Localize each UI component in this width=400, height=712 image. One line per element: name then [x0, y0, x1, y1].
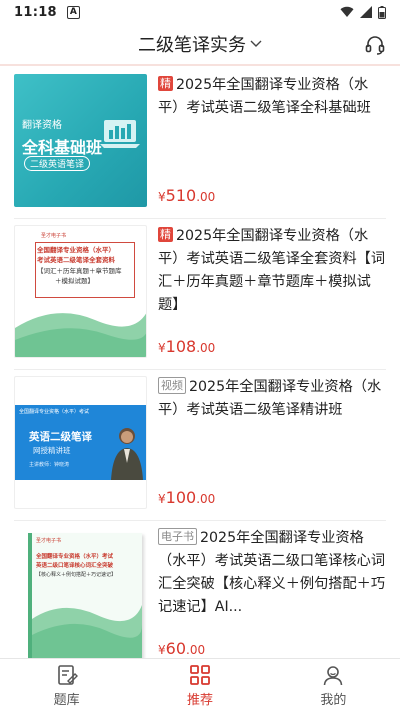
cover-wave-decoration	[32, 605, 142, 658]
course-thumbnail: 翻译资格 全科基础班 二级英语笔译	[14, 74, 147, 207]
status-right	[340, 5, 386, 19]
list-item[interactable]: 圣才电子书 全国翻译专业资格（水平）考试 英语二级口笔译核心词汇全突破 【核心释…	[14, 521, 386, 658]
status-bar: 11:18 A	[0, 0, 400, 24]
video-badge: 视频	[158, 377, 186, 394]
headset-icon	[365, 36, 385, 55]
notification-a-icon: A	[66, 5, 80, 19]
wifi-icon	[340, 6, 354, 18]
item-title: 精 2025年全国翻译专业资格（水平）考试英语二级笔译全套资料【词汇＋历年真题＋章…	[158, 225, 386, 317]
nav-label: 我的	[320, 693, 347, 708]
signal-icon	[360, 6, 372, 18]
cover-line1: 全国翻译专业资格（水平）	[37, 246, 115, 254]
video-thumbnail: 全国翻译专业资格（水平）考试 英语二级笔译 网授精讲班 主讲教师：钟晓涛	[14, 376, 147, 509]
price-integer: 100	[165, 488, 197, 507]
nav-tab-recommend[interactable]: 推荐	[133, 659, 266, 712]
customer-service-button[interactable]	[362, 32, 388, 58]
cover-line2: 考试英语二级笔译全套资料	[37, 256, 115, 264]
cover-brand: 圣才电子书	[36, 538, 62, 544]
ebook-cover: 圣才电子书 全国翻译专业资格（水平） 考试英语二级笔译全套资料 【词汇＋历年真题…	[14, 225, 147, 358]
cover-line2: 英语二级口笔译核心词汇全突破	[36, 563, 114, 569]
status-time: 11:18	[14, 4, 57, 20]
top-header: 二级笔译实务	[0, 24, 400, 66]
thumb-line1: 翻译资格	[22, 120, 62, 131]
ebook-cover: 圣才电子书 全国翻译专业资格（水平）考试 英语二级口笔译核心词汇全突破 【核心释…	[14, 527, 147, 658]
subject-selector[interactable]: 二级笔译实务	[138, 31, 262, 57]
nav-tab-profile[interactable]: 我的	[267, 659, 400, 712]
featured-badge: 精	[158, 227, 173, 242]
product-list: 翻译资格 全科基础班 二级英语笔译 精 2025年全国翻译专业资格（水平）考试英语…	[0, 68, 400, 658]
page-title: 二级笔译实务	[138, 35, 246, 56]
item-title: 精 2025年全国翻译专业资格（水平）考试英语二级笔译全科基础班	[158, 74, 386, 120]
list-item[interactable]: 全国翻译专业资格（水平）考试 英语二级笔译 网授精讲班 主讲教师：钟晓涛 视频 2…	[14, 370, 386, 521]
laptop-chart-illustration	[100, 120, 140, 148]
price-decimal: .00	[196, 190, 216, 204]
cover-line1: 全国翻译专业资格（水平）考试	[36, 554, 114, 560]
cover-line3: 【核心释义＋例句搭配＋巧记速记】	[36, 572, 117, 578]
price-decimal: .00	[196, 492, 216, 506]
item-title-text: 2025年全国翻译专业资格（水平）考试英语二级笔译精讲班	[158, 379, 382, 418]
item-price: ¥100.00	[158, 488, 215, 507]
profile-icon	[321, 663, 345, 687]
list-item[interactable]: 翻译资格 全科基础班 二级英语笔译 精 2025年全国翻译专业资格（水平）考试英语…	[14, 68, 386, 219]
item-info: 电子书 2025年全国翻译专业资格（水平）考试英语二级口笔译核心词汇全突破【核心释…	[158, 527, 386, 619]
price-integer: 510	[165, 186, 197, 205]
bottom-nav: 题库 推荐 我的	[0, 658, 400, 712]
price-currency: ¥	[158, 341, 166, 355]
item-title-text: 2025年全国翻译专业资格（水平）考试英语二级笔译全套资料【词汇＋历年真题＋章节…	[158, 228, 386, 313]
cover-wave-decoration	[15, 313, 146, 357]
grid-icon	[188, 663, 212, 687]
price-decimal: .00	[196, 341, 216, 355]
video-line2: 网授精讲班	[33, 446, 71, 455]
nav-tab-question-bank[interactable]: 题库	[0, 659, 133, 712]
price-currency: ¥	[158, 643, 166, 657]
price-decimal: .00	[186, 643, 206, 657]
item-title: 电子书 2025年全国翻译专业资格（水平）考试英语二级口笔译核心词汇全突破【核心释…	[158, 527, 386, 619]
item-title-text: 2025年全国翻译专业资格（水平）考试英语二级笔译全科基础班	[158, 77, 371, 116]
teacher-photo	[111, 428, 143, 480]
item-info: 精 2025年全国翻译专业资格（水平）考试英语二级笔译全套资料【词汇＋历年真题＋章…	[158, 225, 386, 317]
ebook-badge: 电子书	[158, 528, 197, 545]
item-info: 精 2025年全国翻译专业资格（水平）考试英语二级笔译全科基础班	[158, 74, 386, 120]
question-bank-icon	[55, 663, 79, 687]
item-price: ¥108.00	[158, 337, 215, 356]
video-top-text: 全国翻译专业资格（水平）考试	[19, 409, 90, 415]
list-item[interactable]: 圣才电子书 全国翻译专业资格（水平） 考试英语二级笔译全套资料 【词汇＋历年真题…	[14, 219, 386, 370]
price-currency: ¥	[158, 190, 166, 204]
chevron-down-icon	[250, 40, 262, 47]
video-line1: 英语二级笔译	[29, 431, 92, 443]
featured-badge: 精	[158, 76, 173, 91]
thumb-line2: 全科基础班	[22, 138, 103, 157]
cover-line3: 【词汇＋历年真题＋章节题库	[37, 267, 122, 275]
price-integer: 108	[165, 337, 197, 356]
battery-icon	[378, 5, 386, 19]
price-currency: ¥	[158, 492, 166, 506]
video-line3: 主讲教师：钟晓涛	[29, 462, 70, 468]
thumb-line3: 二级英语笔译	[24, 156, 91, 171]
item-price: ¥60.00	[158, 639, 205, 658]
item-info: 视频 2025年全国翻译专业资格（水平）考试英语二级笔译精讲班	[158, 376, 386, 422]
cover-brand: 圣才电子书	[41, 233, 67, 239]
nav-label: 题库	[53, 693, 80, 708]
price-integer: 60	[165, 639, 186, 658]
cover-line4: ＋模拟试题】	[55, 277, 94, 285]
nav-label: 推荐	[186, 693, 213, 708]
item-title: 视频 2025年全国翻译专业资格（水平）考试英语二级笔译精讲班	[158, 376, 386, 422]
item-price: ¥510.00	[158, 186, 215, 205]
